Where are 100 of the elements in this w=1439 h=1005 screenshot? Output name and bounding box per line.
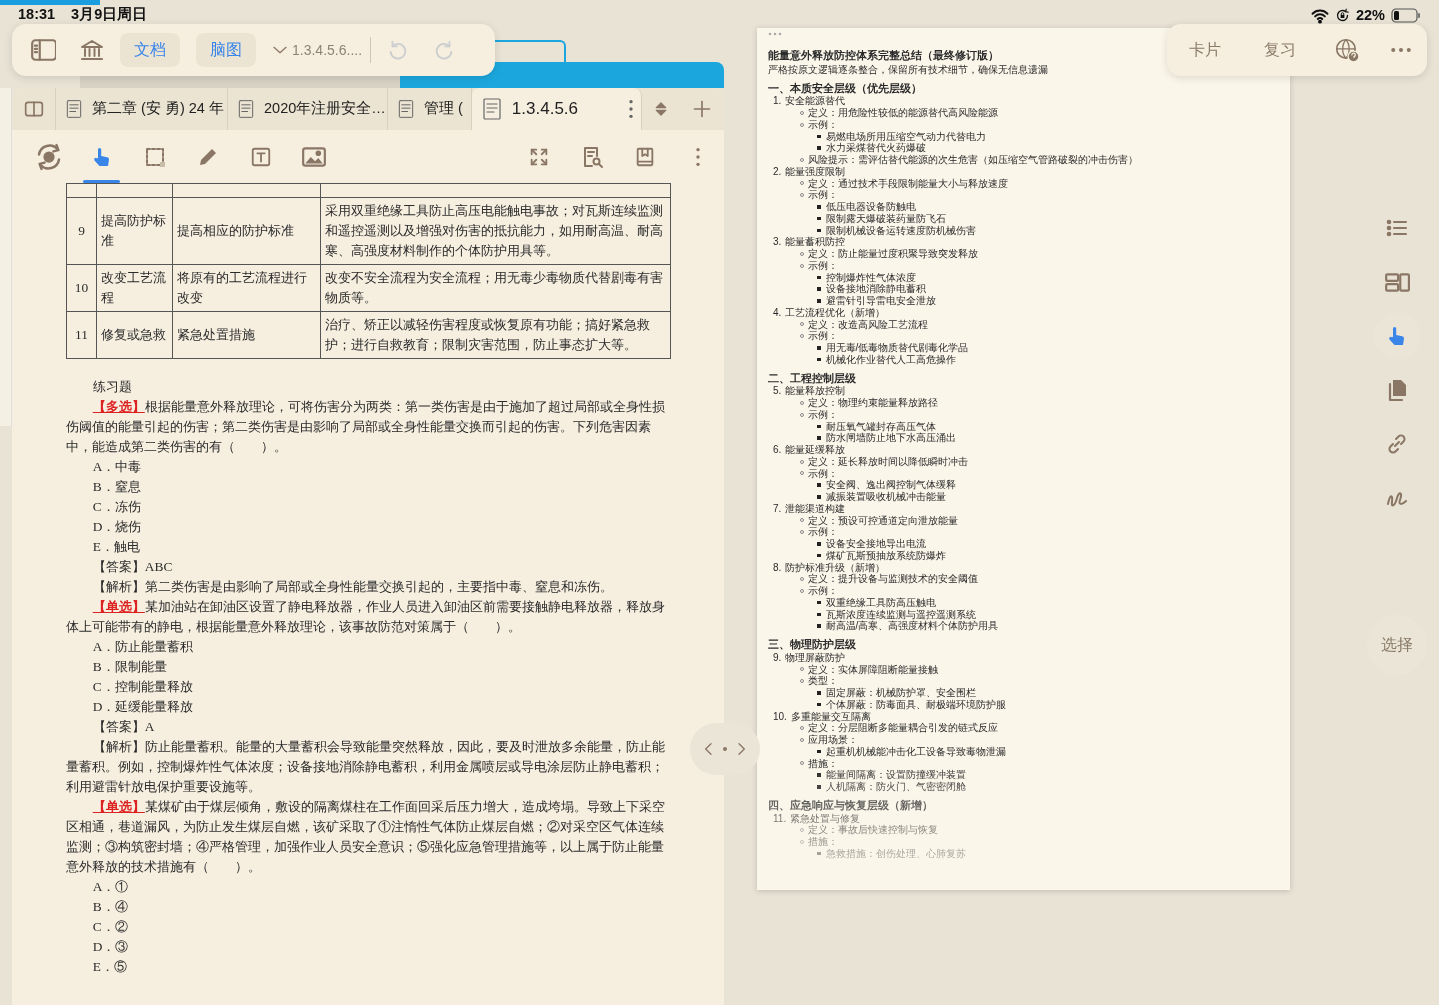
toolbar-button[interactable]: 复习 [1258,37,1303,63]
bullet-icon [817,600,821,605]
toolbar-button[interactable]: 卡片 [1182,37,1227,63]
outline-line: 示例： [808,189,838,201]
document-tab[interactable]: 第二章 (安 勇) 24 年 [56,88,228,130]
breadcrumb-dropdown[interactable]: 1.3.4.5.6.... [272,39,363,61]
outline-line: 限制机械设备运转速度防机械伤害 [825,224,976,237]
outline-line: 瓦斯浓度连续监测与遥控遥测系统 [825,608,976,620]
answer-option: B．限制能量 [66,657,671,677]
item-heading: 防护标准升级（新增） [785,561,886,574]
document-icon [396,99,416,119]
outline-line: 定义：延长释放时间以降低瞬时冲击 [808,455,968,468]
bullet-icon [817,357,821,362]
section-heading: 四、应急响应与恢复层级（新增） [768,799,934,812]
date: 3月9日周日 [71,5,148,24]
outline-line: 定义：防止能量过度积聚导致突发释放 [808,248,978,260]
answer-option: E．⑤ [66,957,671,977]
bullet-icon [817,228,821,233]
bullet-icon [817,749,821,754]
outline-line: 定义：实体屏障阻断能量接触 [808,663,938,676]
table-cell: 改变工艺流程 [101,270,166,305]
item-number: 3. [773,236,782,248]
answer-option: D．③ [66,937,671,957]
table-cell: 将原有的工艺流程进行改变 [177,270,307,305]
outline-line: 应用场景： [808,734,858,746]
document-icon [236,99,256,119]
outline-line: 示例： [808,526,838,538]
document-tab[interactable]: 2020年注册安全… [228,88,388,130]
outline-line: 定义：预设可控通道定向泄放能量 [808,514,958,527]
outline-line: 耐压氧气罐封存高压气体 [825,420,936,432]
bullet-icon [817,624,821,628]
outline-line: 定义：改造高风险工艺流程 [808,318,928,331]
view-button[interactable]: 文档 [120,33,180,67]
outline-line: 双重绝缘工具防高压触电 [825,596,936,609]
answer-option: C．冻伤 [66,497,671,517]
new-tab-button[interactable] [692,99,713,119]
outline-line: 人机隔离：防火门、气密密闭舱 [825,781,966,793]
bullet-icon [817,436,821,440]
item-number: 9. [773,651,782,664]
table-cell: 提高相应的防护标准 [177,223,294,238]
item-heading: 安全能源替代 [785,95,846,107]
item-number: 11. [773,812,787,825]
item-number: 10. [773,710,787,723]
outline-line: 耐高温/高寒、高强度材料个体防护用具 [825,620,999,632]
item-heading: 能量蓄积防控 [785,236,846,248]
section-heading: 练习题 [91,378,133,396]
more-icon [628,100,633,118]
bullet-icon [817,205,821,209]
bullet-icon [817,146,821,150]
outline-line: 类型： [808,675,838,687]
outline-line: 定义：提升设备与监测技术的安全阈值 [808,573,978,585]
item-heading: 能量延缓释放 [785,444,846,456]
outline-line: 用无毒/低毒物质替代剧毒化学品 [825,342,969,354]
bullet-icon [817,702,821,707]
outline-line: 定义：通过技术手段限制能量大小与释放速度 [808,177,1008,190]
bullet-icon [817,553,821,558]
answer-option: C．② [66,917,671,937]
window-handle-icon [768,32,782,36]
outline-line: 控制爆炸性气体浓度 [825,271,916,283]
outline-line: 措施： [808,757,838,770]
outline-line: 低压电器设备防触电 [825,201,916,213]
bullet-icon [817,346,821,350]
outline-line: 定义：分层阻断多能量耦合引发的链式反应 [808,722,998,734]
item-heading: 工艺流程优化（新增） [785,306,886,318]
outline-line: 措施： [808,836,838,848]
outline-line: 定义：物理约束能量释放路径 [808,397,938,409]
more-icon [1391,48,1412,52]
table-cell: 11 [75,327,88,342]
sidebar-button[interactable] [30,37,56,63]
item-number: 6. [773,444,782,456]
document-tab[interactable]: 1.3.4.5.6 [471,88,642,130]
outline-line: 固定屏蔽：机械防护罩、安全围栏 [825,687,976,699]
split-view-icon [23,99,44,119]
outline-line: 避雷针引导雷电安全泄放 [825,295,936,307]
outline-line: 示例： [808,118,838,131]
bullet-icon [817,275,821,280]
bullet-icon [817,691,821,695]
table-cell: 修复或急救 [101,327,166,342]
view-button[interactable]: 脑图 [196,33,256,67]
question-text: 【单选】某加油站在卸油区设置了静电释放器，作业人员进入卸油区前需要接触静电释放器，释放身体上可能带有的静电，根据能量意外释放理论，该事故防范对策属于（ ）。 [66,598,666,636]
outline-line: 机械化作业替代人工高危操作 [825,353,956,366]
battery-icon [1391,8,1421,24]
document-tab[interactable]: 管理 ( [388,88,472,130]
outline-line: 急救措施：创伤处理、心肺复苏 [825,847,966,860]
text-box-icon [249,145,272,168]
bullet-icon [817,424,821,429]
bank-icon [80,38,104,62]
answer-option: D．延缓能量释放 [66,697,671,717]
outline-line: 示例： [808,408,838,421]
library-button[interactable] [80,38,104,62]
item-number: 8. [773,561,782,574]
item-heading: 泄能渠道构建 [785,502,846,515]
more-icon [695,147,700,166]
bullet-icon [817,134,821,139]
answer-key: 【答案】ABC [66,557,671,577]
outline-title: 能量意外释放防控体系完整总结（最终修订版） [768,50,1000,62]
more-button[interactable] [1391,48,1412,52]
web-search-button[interactable] [1333,37,1360,63]
outline-line: 能量间隔离：设置防撞缓冲装置 [825,769,966,781]
outline-line: 减振装置吸收机械冲击能量 [825,491,946,503]
